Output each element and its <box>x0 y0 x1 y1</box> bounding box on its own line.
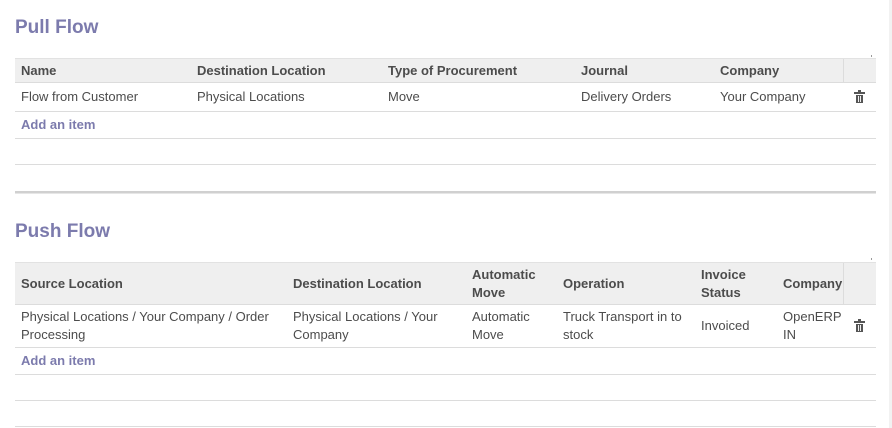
push-flow-title: Push Flow <box>15 221 110 242</box>
column-header-company[interactable]: Company <box>714 58 843 83</box>
column-header-destination-location[interactable]: Destination Location <box>287 262 466 305</box>
add-item-row: Add an item <box>15 111 876 139</box>
cell-source-location[interactable]: Physical Locations / Your Company / Orde… <box>15 304 287 348</box>
cell-destination-location[interactable]: Physical Locations / Your Company <box>287 304 466 348</box>
table-header-row: Name Destination Location Type of Procur… <box>15 58 876 83</box>
column-header-destination-location[interactable]: Destination Location <box>191 58 382 83</box>
cell-destination-location[interactable]: Physical Locations <box>191 82 382 112</box>
empty-row <box>15 400 876 427</box>
add-item-row: Add an item <box>15 347 876 375</box>
empty-row <box>15 374 876 401</box>
cell-automatic-move[interactable]: Automatic Move <box>466 304 557 348</box>
column-header-operation[interactable]: Operation <box>557 262 695 305</box>
scroll-marker <box>871 258 872 260</box>
push-flow-table: Source Location Destination Location Aut… <box>15 262 876 427</box>
column-header-type-of-procurement[interactable]: Type of Procurement <box>382 58 575 83</box>
column-header-invoice-status[interactable]: Invoice Status <box>695 262 777 305</box>
cell-type-of-procurement[interactable]: Move <box>382 82 575 112</box>
add-item-link[interactable]: Add an item <box>21 353 95 368</box>
column-header-actions <box>842 262 876 305</box>
cell-invoice-status[interactable]: Invoiced <box>695 304 777 348</box>
column-header-journal[interactable]: Journal <box>575 58 714 83</box>
add-item-link[interactable]: Add an item <box>21 117 95 132</box>
delete-row-button[interactable] <box>843 304 876 348</box>
cell-company[interactable]: Your Company <box>714 82 843 112</box>
table-header-row: Source Location Destination Location Aut… <box>15 262 876 305</box>
empty-row <box>15 138 876 165</box>
cell-journal[interactable]: Delivery Orders <box>575 82 714 112</box>
delete-row-button[interactable] <box>843 82 876 112</box>
column-header-company[interactable]: Company <box>777 262 843 305</box>
section-separator <box>15 191 876 194</box>
pull-flow-title: Pull Flow <box>15 17 99 38</box>
cell-name[interactable]: Flow from Customer <box>15 82 191 112</box>
column-header-source-location[interactable]: Source Location <box>15 262 287 305</box>
scroll-marker <box>871 55 872 57</box>
cell-operation[interactable]: Truck Transport in to stock <box>557 304 695 348</box>
trash-icon[interactable] <box>854 318 865 332</box>
pull-flow-table: Name Destination Location Type of Procur… <box>15 58 876 165</box>
column-header-actions <box>842 58 876 83</box>
column-header-automatic-move[interactable]: Automatic Move <box>466 262 557 305</box>
trash-icon[interactable] <box>854 89 865 103</box>
table-row[interactable]: Flow from Customer Physical Locations Mo… <box>15 82 876 112</box>
table-row[interactable]: Physical Locations / Your Company / Orde… <box>15 304 876 348</box>
cell-company[interactable]: OpenERP IN <box>777 304 843 348</box>
column-header-name[interactable]: Name <box>15 58 191 83</box>
